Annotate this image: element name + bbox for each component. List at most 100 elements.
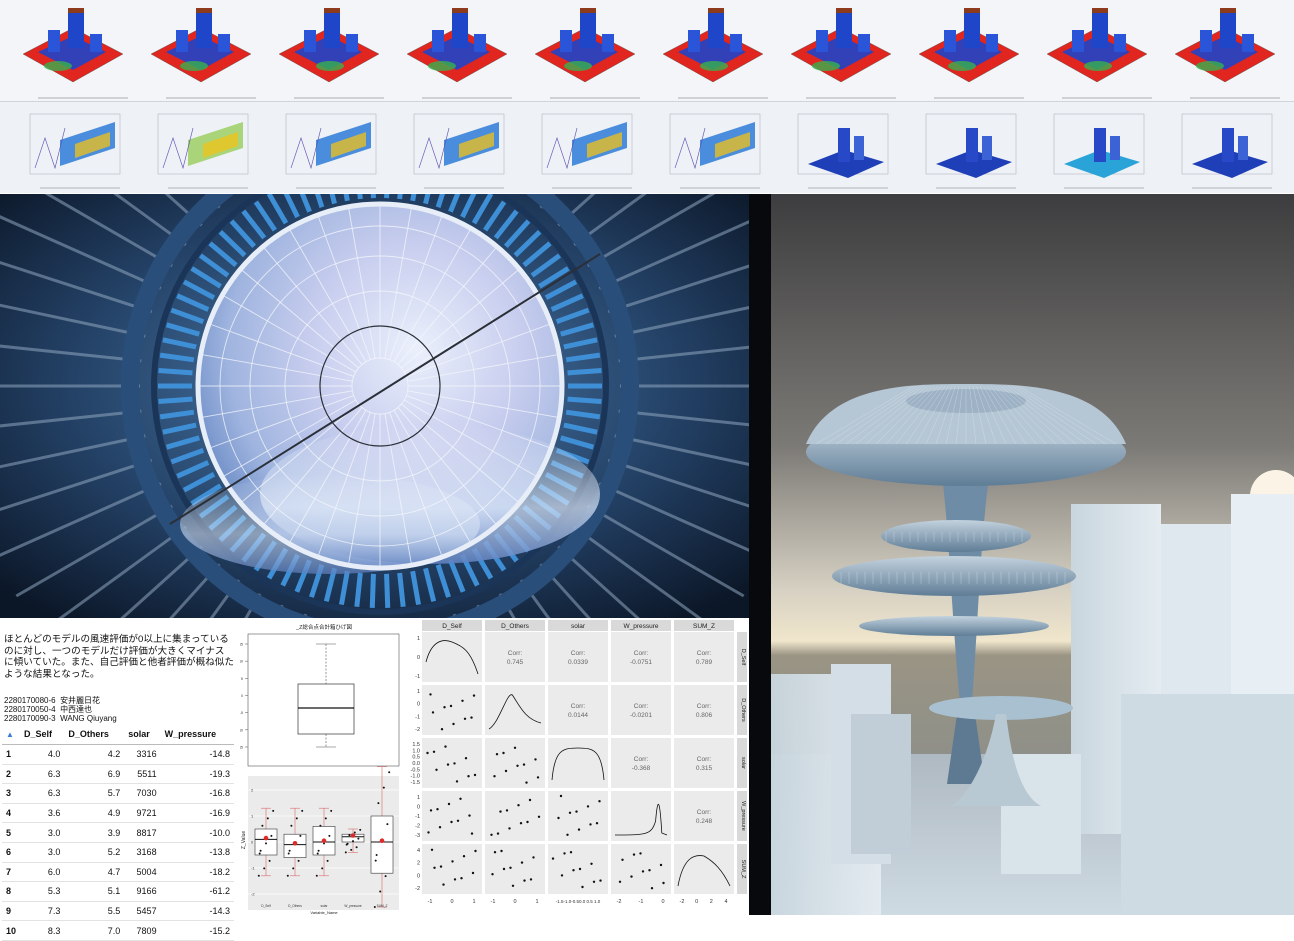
table-row[interactable]: 6 3.0 5.2 3168 -13.8: [2, 842, 234, 863]
pairs-panel: [422, 738, 482, 788]
scatter-point: [426, 751, 429, 755]
scatter-point: [589, 823, 592, 826]
scatter-point: [502, 751, 505, 755]
cfd-slice-thumbnail: [541, 113, 633, 189]
scatter-point: [568, 811, 572, 814]
scatter-point: [590, 862, 593, 865]
y-tick-label: 5: [241, 677, 243, 681]
data-point: [258, 852, 261, 855]
sim-tower: [986, 34, 998, 52]
pairs-panel: [548, 685, 608, 735]
corr-value: 0.248: [696, 818, 713, 825]
cfd-simulation-thumbnail: [150, 8, 256, 99]
sort-asc-icon[interactable]: ▲: [2, 724, 21, 745]
mean-point: [321, 838, 327, 843]
scatter-point: [520, 861, 524, 864]
scatter-point: [511, 884, 515, 887]
scatter-point: [513, 746, 517, 749]
sim-tower: [854, 136, 864, 160]
iqr-box: [254, 828, 278, 856]
table-row[interactable]: 2 6.3 6.9 5511 -19.3: [2, 764, 234, 785]
cell-d-others: 4.7: [64, 862, 125, 883]
cfd-simulation-thumbnail: [534, 8, 640, 99]
scatter-point: [650, 887, 654, 890]
y-tick-label: -10: [240, 728, 243, 732]
scatter-point: [526, 820, 529, 824]
sim-tower: [708, 10, 724, 48]
sim-tower: [324, 10, 340, 48]
scatter-point: [618, 880, 622, 883]
pairs-row-label: solar: [740, 757, 746, 769]
cell-solar: 5511: [124, 764, 161, 785]
scatter-point: [586, 805, 590, 808]
column-header-solar[interactable]: solar: [124, 724, 161, 745]
boxplot-panel: _Z総合点合計箱ひげ図 151050-5-10-15 210-1-2 D_Sel…: [238, 618, 402, 915]
pairs-panel: [548, 632, 608, 682]
sim-tower: [1110, 136, 1120, 160]
column-header-d-others[interactable]: D_Others: [64, 724, 125, 745]
x-tick-label: D_Others: [288, 904, 302, 908]
sim-tower: [452, 10, 468, 48]
data-point: [350, 848, 353, 851]
cell-d-self: 3.0: [20, 842, 65, 863]
row-index: 10: [2, 920, 21, 941]
pairs-column-label: D_Self: [442, 623, 462, 630]
scatter-point: [452, 722, 455, 726]
cell-w-pressure: -10.0: [160, 822, 234, 843]
row-index: 6: [2, 842, 21, 863]
sim-flow-zone: [948, 61, 976, 71]
table-header-row: ▲ D_Self D_Others solar W_pressure: [2, 724, 234, 745]
row-tick-label: -2: [415, 824, 420, 830]
row-tick-label: -2: [415, 886, 420, 892]
table-row[interactable]: 5 3.0 3.9 8817 -10.0: [2, 822, 234, 843]
report-panel: ほとんどのモデルの風速評価が0以上に集まっているのに対し、一つのモデルだけ評価が…: [0, 618, 237, 941]
column-header-w-pressure[interactable]: W_pressure: [160, 724, 234, 745]
sim-tower-top: [1092, 8, 1108, 13]
table-row[interactable]: 4 3.6 4.9 9721 -16.9: [2, 803, 234, 824]
table-row[interactable]: 8 5.3 5.1 9166 -61.2: [2, 881, 234, 902]
author-name: WANG Qiuyang: [60, 714, 117, 724]
row-index: 2: [2, 764, 21, 785]
data-point: [270, 834, 273, 837]
col-tick-label: 2: [710, 899, 713, 905]
scatter-point: [569, 851, 573, 854]
sim-flow-zone: [812, 61, 840, 71]
scatter-point: [459, 797, 462, 800]
pairs-panel: [674, 632, 734, 682]
scatter-point: [632, 853, 636, 856]
row-tick-label: 1: [417, 795, 420, 801]
sim-tower: [944, 30, 956, 52]
row-tick-label: 0: [417, 805, 420, 811]
scatter-point: [429, 693, 432, 696]
data-point: [388, 771, 391, 774]
corr-value: 0.0339: [568, 659, 588, 666]
col-tick-label: 4: [724, 899, 727, 905]
table-row[interactable]: 1 4.0 4.2 3316 -14.8: [2, 744, 234, 765]
data-point: [259, 849, 262, 852]
sim-tower: [346, 34, 358, 52]
cfd-thumbnail-row: [22, 8, 1280, 99]
table-row[interactable]: 7 6.0 4.7 5004 -18.2: [2, 862, 234, 883]
table-row[interactable]: 9 7.3 5.5 5457 -14.3: [2, 901, 234, 922]
row-tick-label: 2: [417, 861, 420, 867]
row-tick-label: 4: [417, 848, 420, 854]
sim-flow-zone: [564, 61, 592, 71]
table-row[interactable]: 3 6.3 5.7 7030 -16.8: [2, 783, 234, 804]
data-point: [290, 824, 293, 827]
scatter-point: [508, 827, 511, 830]
scatter-point: [429, 809, 433, 812]
scatter-point: [639, 852, 642, 855]
cfd-simulation-thumbnail: [918, 8, 1024, 99]
table-row[interactable]: 10 8.3 7.0 7809 -15.2: [2, 920, 234, 941]
stadium-window-cell: [158, 368, 193, 376]
pairs-panel: [485, 844, 545, 894]
sim-tower-top: [836, 8, 852, 13]
corr-label: Corr:: [634, 756, 649, 763]
data-point: [328, 834, 331, 837]
data-point: [301, 809, 304, 812]
cell-d-others: 4.9: [64, 803, 125, 824]
pairs-panel: [611, 685, 671, 735]
sim-tower: [982, 136, 992, 160]
x-tick-label: solar: [321, 904, 329, 908]
column-header-d-self[interactable]: D_Self: [20, 724, 65, 745]
